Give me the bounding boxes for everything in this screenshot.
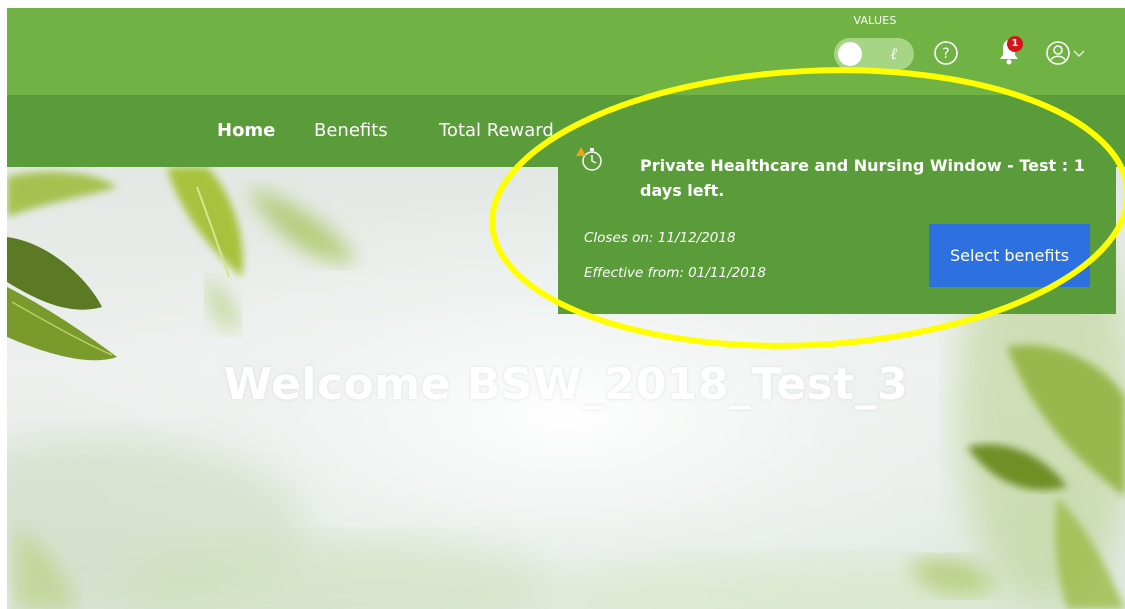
svg-text:?: ? bbox=[942, 46, 949, 62]
toggle-knob bbox=[838, 42, 862, 66]
notification-title: Private Healthcare and Nursing Window - … bbox=[640, 156, 1085, 200]
notification-count-badge: 1 bbox=[1007, 36, 1023, 52]
values-toggle[interactable]: ℓ bbox=[834, 38, 914, 70]
top-header: VALUES ℓ ? 1 bbox=[7, 8, 1125, 95]
nav-home[interactable]: Home bbox=[217, 120, 275, 141]
enrolment-window-notification: Private Healthcare and Nursing Window - … bbox=[558, 108, 1116, 314]
leaf-pen-icon: ℓ bbox=[890, 44, 898, 63]
values-label: VALUES bbox=[853, 14, 897, 27]
screenshot-border-left bbox=[0, 8, 7, 609]
effective-from-date: Effective from: 01/11/2018 bbox=[584, 265, 766, 281]
nav-total-reward[interactable]: Total Reward bbox=[439, 120, 554, 141]
screenshot-border-top bbox=[0, 0, 1125, 8]
app-frame: VALUES ℓ ? 1 Home Benefits Total Reward … bbox=[0, 0, 1125, 609]
user-circle-icon bbox=[1046, 41, 1070, 65]
bell-icon[interactable]: 1 bbox=[992, 35, 1026, 67]
user-menu[interactable] bbox=[1043, 38, 1089, 68]
values-switch-group: VALUES ℓ bbox=[825, 14, 925, 84]
stopwatch-warning-icon bbox=[575, 144, 605, 174]
question-circle-icon[interactable]: ? bbox=[931, 38, 961, 68]
select-benefits-button[interactable]: Select benefits bbox=[929, 224, 1090, 287]
closes-on-date: Closes on: 11/12/2018 bbox=[584, 230, 736, 246]
welcome-heading: Welcome BSW_2018_Test_3 bbox=[223, 359, 909, 410]
chevron-down-icon bbox=[1073, 50, 1085, 57]
nav-benefits[interactable]: Benefits bbox=[314, 120, 388, 141]
